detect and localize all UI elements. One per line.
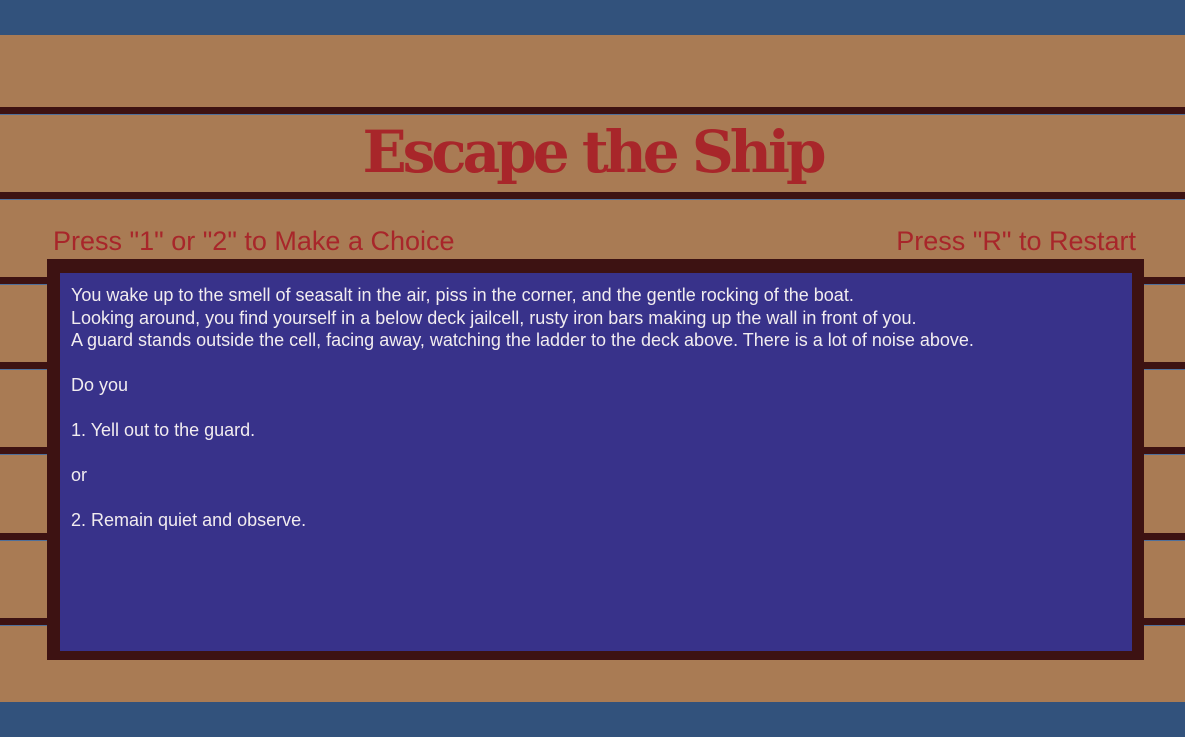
restart-instruction: Press "R" to Restart	[896, 226, 1136, 256]
choice-instruction: Press "1" or "2" to Make a Choice	[53, 226, 455, 256]
story-frame: You wake up to the smell of seasalt in t…	[47, 259, 1144, 660]
plank-line	[0, 192, 1185, 200]
story-text: You wake up to the smell of seasalt in t…	[60, 273, 1132, 651]
game-title: Escape the Ship	[362, 118, 826, 186]
